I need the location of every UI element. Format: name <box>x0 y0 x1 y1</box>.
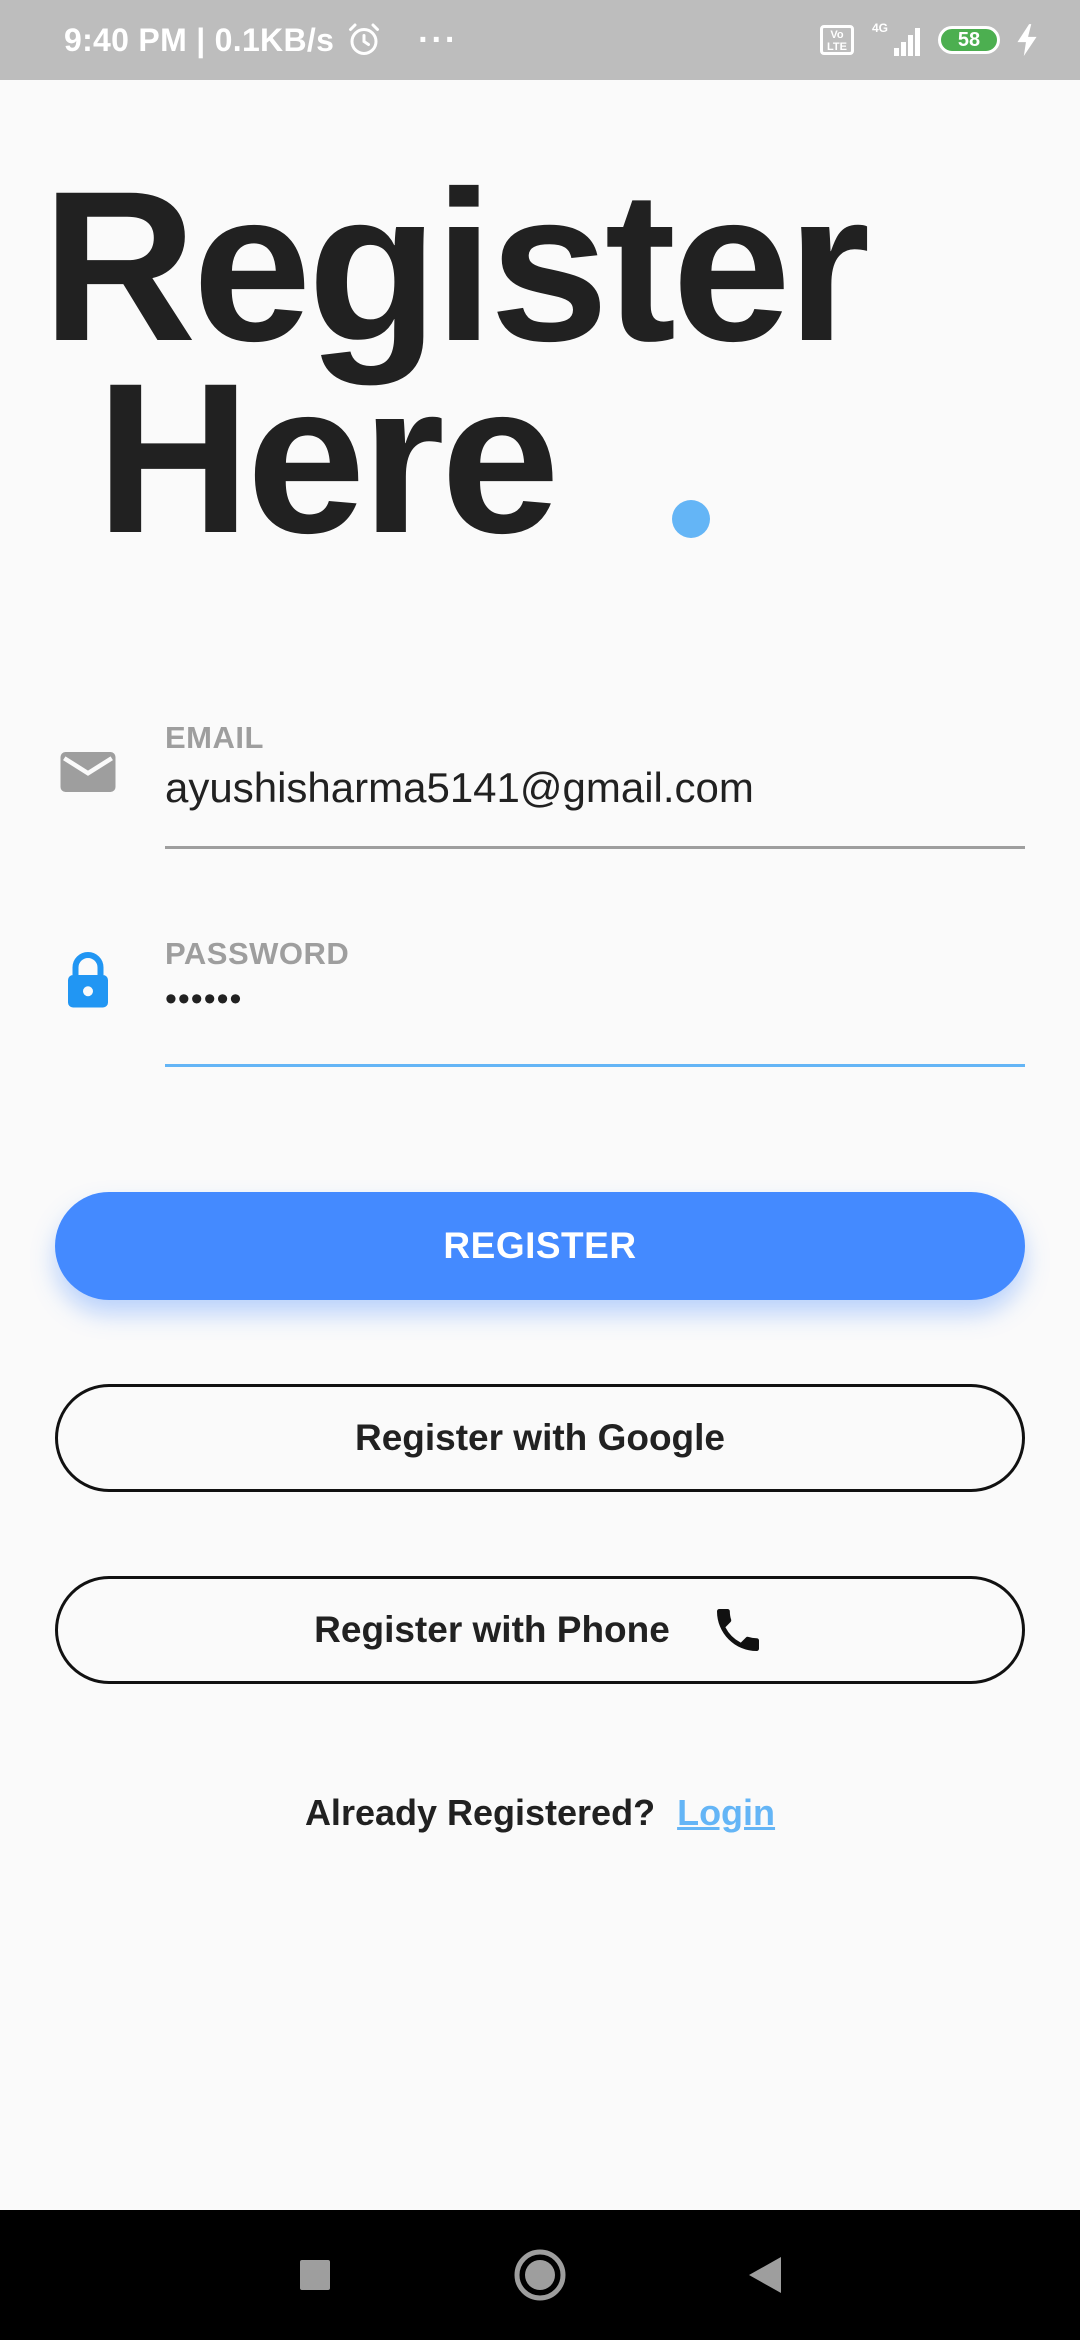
recent-apps-button[interactable] <box>290 2210 340 2340</box>
alarm-icon <box>349 23 380 55</box>
page-title-line-2: Here <box>96 339 560 578</box>
battery-icon: 58 <box>938 26 1000 54</box>
phone-icon <box>716 1609 759 1651</box>
register-phone-label: Register with Phone <box>314 1609 670 1650</box>
register-phone-button[interactable]: Register with Phone <box>55 1576 1025 1684</box>
circle-icon <box>514 2249 566 2301</box>
password-label: PASSWORD <box>165 936 350 971</box>
login-link[interactable]: Login <box>677 1792 775 1833</box>
email-underline <box>165 846 1025 849</box>
register-google-button[interactable]: Register with Google <box>55 1384 1025 1492</box>
password-input[interactable]: •••••• <box>165 980 242 1019</box>
register-button[interactable]: REGISTER <box>55 1192 1025 1300</box>
mail-icon <box>60 752 116 792</box>
system-nav-bar <box>0 2210 1080 2340</box>
title-accent-dot <box>672 500 710 538</box>
register-google-label: Register with Google <box>354 1417 726 1458</box>
battery-level: 58 <box>957 28 981 51</box>
email-field[interactable]: EMAIL ayushisharma5141@gmail.com <box>0 720 1080 860</box>
lock-icon <box>68 952 108 1008</box>
register-button-label: REGISTER <box>443 1225 637 1266</box>
network-type-label: 4G <box>872 21 888 35</box>
status-bar: 9:40 PM | 0.1KB/s ··· Vo LTE 4G 58 <box>0 0 1080 80</box>
password-field[interactable]: PASSWORD •••••• <box>0 936 1080 1076</box>
charging-bolt-icon <box>1017 24 1037 56</box>
login-prompt: Already Registered? Login <box>0 1792 1080 1834</box>
triangle-back-icon <box>749 2257 781 2293</box>
back-button[interactable] <box>740 2210 790 2340</box>
email-label: EMAIL <box>165 720 264 755</box>
signal-icon: 4G <box>872 21 920 56</box>
volte-icon: Vo LTE <box>820 25 854 55</box>
more-notifications-icon: ··· <box>418 20 459 59</box>
home-button[interactable] <box>510 2210 570 2340</box>
status-time-speed: 9:40 PM | 0.1KB/s <box>64 21 335 58</box>
password-underline <box>165 1064 1025 1067</box>
status-right: Vo LTE 4G 58 <box>820 0 1040 80</box>
square-icon <box>300 2260 330 2290</box>
email-input[interactable]: ayushisharma5141@gmail.com <box>165 764 754 812</box>
already-registered-text: Already Registered? <box>304 1792 656 1833</box>
status-left: 9:40 PM | 0.1KB/s ··· <box>64 0 458 80</box>
